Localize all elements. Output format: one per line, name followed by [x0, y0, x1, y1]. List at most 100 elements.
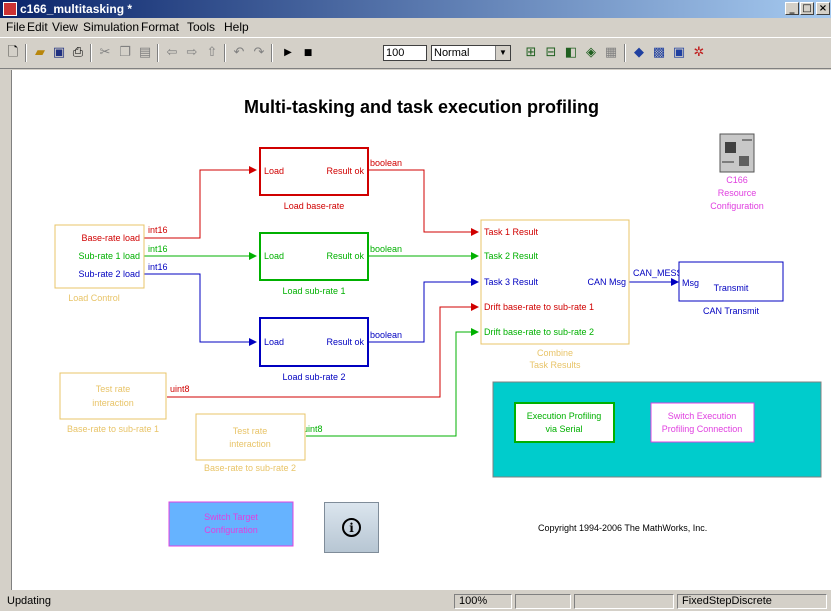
diagram-svg: int16 int16 int16 boolean boolean boolea… [54, 133, 822, 547]
test-rate-interaction-2-block[interactable] [195, 413, 306, 461]
signal-label: boolean [370, 244, 402, 254]
copy-icon[interactable]: ❐ [116, 44, 134, 62]
cut-icon[interactable]: ✂ [96, 44, 114, 62]
title-bar: c166_multitasking * _ □ × [0, 0, 831, 18]
switch-execution-profiling-block[interactable] [650, 402, 755, 443]
build-icon[interactable]: ⊞ [522, 44, 540, 62]
up-icon[interactable]: ⇧ [203, 44, 221, 62]
signal-label: uint8 [170, 384, 190, 394]
toolbar-separator [624, 44, 626, 62]
toolbar-separator [157, 44, 159, 62]
toolbar-separator [90, 44, 92, 62]
simulation-mode-select[interactable]: Normal ▼ [431, 45, 511, 61]
redo-icon[interactable]: ↷ [250, 44, 268, 62]
undo-icon[interactable]: ↶ [230, 44, 248, 62]
signal-line[interactable] [144, 273, 257, 346]
signal-label: int16 [148, 225, 168, 235]
combine-port-label: Task 3 Result [484, 277, 539, 287]
model-canvas[interactable]: Multi-tasking and task execution profili… [12, 70, 831, 590]
chip-icon[interactable] [719, 133, 755, 173]
simulation-mode-value: Normal [434, 47, 470, 59]
status-solver: FixedStepDiscrete [677, 594, 827, 609]
menu-view[interactable]: View [52, 18, 78, 36]
switch-target-label: Configuration [204, 525, 258, 535]
resource-config-label: C166 [726, 175, 748, 185]
chevron-down-icon[interactable]: ▼ [495, 46, 510, 60]
update-diagram-icon[interactable]: ⊟ [542, 44, 560, 62]
combine-port-label: Task 2 Result [484, 251, 539, 261]
test-rate-interaction-1-block[interactable] [59, 372, 167, 420]
forward-icon[interactable]: ⇨ [183, 44, 201, 62]
switch-target-label: Switch Target [204, 512, 258, 522]
menu-help[interactable]: Help [224, 18, 249, 36]
stop-simulation-icon[interactable]: ■ [299, 44, 317, 62]
execution-profiling-label: Execution Profiling [527, 411, 602, 421]
start-simulation-icon[interactable]: ▶ [279, 44, 297, 62]
model-advisor-icon[interactable]: ◧ [562, 44, 580, 62]
print-icon[interactable]: ⎙ [69, 44, 87, 62]
test-rate-label: Test rate [96, 384, 131, 394]
menu-edit[interactable]: Edit [27, 18, 48, 36]
test-rate-label: interaction [92, 398, 134, 408]
back-icon[interactable]: ⇦ [163, 44, 181, 62]
status-text: Updating [7, 595, 52, 607]
load-block-out-label: Result ok [326, 251, 364, 261]
combine-port-label: Drift base-rate to sub-rate 2 [484, 327, 594, 337]
load-block-out-label: Result ok [326, 166, 364, 176]
menu-format[interactable]: Format [141, 18, 179, 36]
load-block-in-label: Load [264, 251, 284, 261]
can-transmit-in-label: Msg [682, 278, 699, 288]
switch-target-configuration-block[interactable] [168, 501, 294, 547]
profiler-icon[interactable]: ✲ [690, 44, 708, 62]
signal-label: boolean [370, 158, 402, 168]
stop-time-input[interactable]: 100 [383, 45, 427, 61]
load-control-port-label: Sub-rate 1 load [78, 251, 140, 261]
toolbar-separator [271, 44, 273, 62]
resource-config-label: Resource [718, 188, 757, 198]
info-button[interactable]: i [324, 502, 379, 553]
status-panel [574, 594, 674, 609]
maximize-button[interactable]: □ [800, 2, 814, 15]
combine-out-label: CAN Msg [587, 277, 626, 287]
menu-simulation[interactable]: Simulation [83, 18, 139, 36]
load-block-caption: Load base-rate [284, 201, 345, 211]
save-icon[interactable]: ▣ [50, 44, 68, 62]
load-block-caption: Load sub-rate 1 [282, 286, 345, 296]
signal-label: int16 [148, 244, 168, 254]
simulink-app-icon [3, 2, 17, 16]
load-block-in-label: Load [264, 337, 284, 347]
resource-config-label: Configuration [710, 201, 764, 211]
new-icon[interactable]: 🗋 [4, 44, 22, 62]
paste-icon[interactable]: ▤ [136, 44, 154, 62]
properties-icon[interactable]: ▣ [670, 44, 688, 62]
signal-label: int16 [148, 262, 168, 272]
open-icon[interactable]: ▰ [31, 44, 49, 62]
combine-port-label: Task 1 Result [484, 227, 539, 237]
status-zoom: 100% [454, 594, 512, 609]
load-control-port-label: Sub-rate 2 load [78, 269, 140, 279]
signal-line[interactable] [368, 169, 479, 236]
status-bar: Updating 100% FixedStepDiscrete [0, 592, 831, 611]
menu-tools[interactable]: Tools [187, 18, 215, 36]
combine-caption: Combine [537, 348, 573, 358]
model-explorer-icon[interactable]: ▩ [650, 44, 668, 62]
vertical-scrollbar[interactable] [0, 70, 12, 590]
close-button[interactable]: × [816, 2, 830, 15]
can-transmit-caption: CAN Transmit [703, 306, 760, 316]
signal-label: uint8 [303, 424, 323, 434]
library-browser-icon[interactable]: ◈ [582, 44, 600, 62]
debugger-icon[interactable]: ◆ [630, 44, 648, 62]
test-rate-label: Test rate [233, 426, 268, 436]
can-transmit-label: Transmit [714, 283, 749, 293]
menu-file[interactable]: File [6, 18, 25, 36]
test-rate-caption: Base-rate to sub-rate 2 [204, 463, 296, 473]
test-rate-caption: Base-rate to sub-rate 1 [67, 424, 159, 434]
status-panel [515, 594, 571, 609]
minimize-button[interactable]: _ [785, 2, 799, 15]
toolbar-separator [25, 44, 27, 62]
test-rate-label: interaction [229, 439, 271, 449]
load-control-port-label: Base-rate load [81, 233, 140, 243]
execution-profiling-block[interactable] [514, 402, 615, 443]
explorer-icon[interactable]: ▦ [602, 44, 620, 62]
combine-caption: Task Results [529, 360, 581, 370]
